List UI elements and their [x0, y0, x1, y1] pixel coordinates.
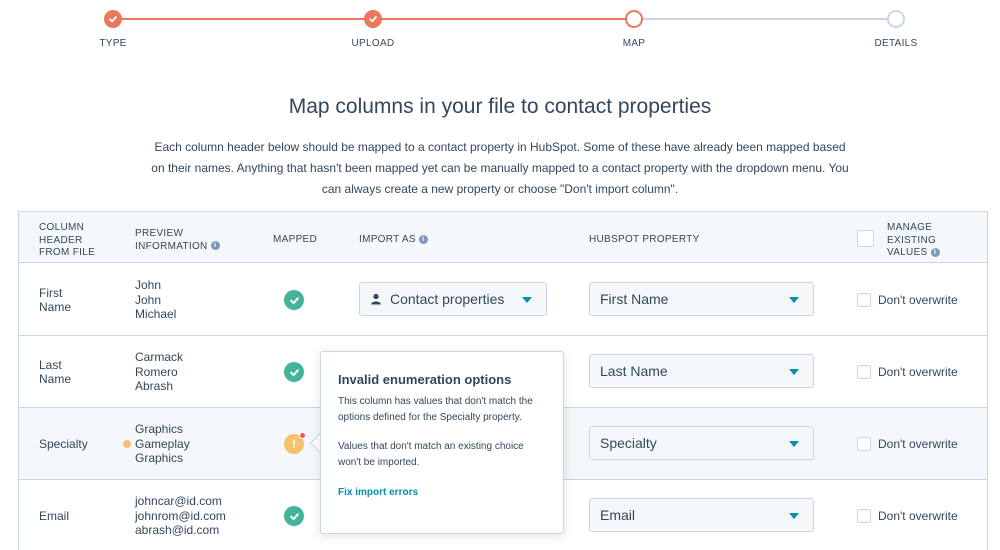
- page-title: Map columns in your file to contact prop…: [288, 95, 712, 118]
- preview-value: Carmack: [135, 350, 184, 364]
- preview-value: Gameplay: [135, 436, 190, 451]
- step-label: UPLOAD: [351, 38, 395, 49]
- manage-all-checkbox[interactable]: [857, 230, 874, 247]
- dont-overwrite-checkbox[interactable]: [857, 437, 871, 451]
- preview-information-heading: PREVIEW INFORMATION i: [135, 228, 220, 253]
- preview-value: johncar@id.com: [135, 494, 222, 508]
- dont-overwrite-checkbox[interactable]: [857, 365, 871, 379]
- preview-value: John: [135, 292, 162, 307]
- dont-overwrite-label: Don't overwrite: [878, 509, 958, 523]
- error-badge-icon: [299, 432, 306, 439]
- import-as-heading: IMPORT AS i: [359, 234, 428, 247]
- heading-line: HEADER: [39, 234, 83, 246]
- heading-line: MANAGE: [887, 222, 933, 233]
- column-header-cell: Last Name: [39, 358, 71, 386]
- preview-value: Graphics: [135, 451, 184, 465]
- cell-line: First: [39, 286, 63, 300]
- caret-down-icon: [789, 441, 799, 447]
- preview-value: Michael: [135, 307, 177, 321]
- preview-cell: Graphics Gameplay Graphics: [135, 422, 190, 466]
- column-header-from-file-heading: COLUMN HEADER FROM FILE: [39, 222, 95, 260]
- mapped-check-icon: [284, 506, 304, 526]
- step-current-circle-icon: [625, 10, 643, 28]
- caret-down-icon: [789, 513, 799, 519]
- info-icon[interactable]: i: [210, 241, 220, 251]
- dont-overwrite-label: Don't overwrite: [878, 293, 958, 307]
- caret-down-icon: [522, 297, 532, 303]
- hubspot-property-dropdown[interactable]: Email: [589, 498, 814, 532]
- preview-cell: Carmack Romero Abrash: [135, 350, 183, 394]
- warning-dot-icon: [123, 440, 131, 448]
- preview-cell: johncar@id.com johnrom@id.com abrash@id.…: [135, 494, 226, 538]
- import-stepper: TYPE UPLOAD MAP DETAILS: [0, 0, 1000, 60]
- mapped-check-icon: [284, 362, 304, 382]
- cell-line: Specialty: [39, 437, 88, 451]
- mapping-warning-icon[interactable]: !: [284, 432, 306, 454]
- table-header: COLUMN HEADER FROM FILE PREVIEW INFORMAT…: [19, 212, 987, 263]
- dropdown-value: First Name: [600, 291, 669, 307]
- column-header-cell: Specialty: [39, 437, 88, 451]
- preview-value: abrash@id.com: [135, 523, 220, 537]
- heading-line: VALUES: [887, 247, 928, 258]
- step-pending-circle-icon: [887, 10, 905, 28]
- heading-line: IMPORT AS: [359, 234, 416, 245]
- fix-import-errors-link[interactable]: Fix import errors: [338, 487, 546, 498]
- step-details[interactable]: DETAILS: [836, 10, 956, 49]
- heading-line: EXISTING: [887, 234, 937, 246]
- dont-overwrite-label: Don't overwrite: [878, 437, 958, 451]
- preview-value: Graphics: [135, 422, 184, 436]
- dropdown-value: Contact properties: [390, 291, 505, 307]
- column-header-cell: Email: [39, 509, 69, 523]
- dropdown-value: Last Name: [600, 363, 668, 379]
- step-complete-check-icon: [104, 10, 122, 28]
- page-description: Each column header below should be mappe…: [151, 140, 849, 196]
- table-row: First Name John John Michael Contact pro…: [19, 264, 987, 336]
- dont-overwrite-checkbox[interactable]: [857, 293, 871, 307]
- hubspot-property-heading: HUBSPOT PROPERTY: [589, 234, 700, 245]
- heading-line: INFORMATION: [135, 240, 208, 252]
- step-upload[interactable]: UPLOAD: [313, 10, 433, 49]
- column-header-cell: First Name: [39, 286, 71, 314]
- hubspot-property-dropdown[interactable]: First Name: [589, 282, 814, 316]
- hubspot-property-dropdown[interactable]: Last Name: [589, 354, 814, 388]
- step-label: MAP: [622, 38, 646, 49]
- mapped-check-icon: [284, 290, 304, 310]
- invalid-enumeration-popover: Invalid enumeration options This column …: [320, 351, 564, 534]
- cell-line: Email: [39, 509, 70, 523]
- caret-down-icon: [789, 297, 799, 303]
- preview-value: Romero: [135, 364, 178, 379]
- hubspot-property-dropdown[interactable]: Specialty: [589, 426, 814, 460]
- step-map[interactable]: MAP: [574, 10, 694, 49]
- step-label: TYPE: [99, 38, 127, 49]
- info-icon[interactable]: i: [418, 234, 428, 244]
- dont-overwrite-label: Don't overwrite: [878, 365, 958, 379]
- manage-existing-values-heading: MANAGE EXISTING VALUES i: [887, 222, 940, 260]
- mapped-heading: MAPPED: [273, 234, 318, 245]
- contact-person-icon: [371, 293, 381, 305]
- dropdown-value: Specialty: [600, 435, 657, 451]
- dropdown-value: Email: [600, 507, 636, 523]
- step-type[interactable]: TYPE: [53, 10, 173, 49]
- info-icon[interactable]: i: [930, 247, 940, 257]
- popover-title: Invalid enumeration options: [338, 372, 512, 387]
- dont-overwrite-checkbox[interactable]: [857, 509, 871, 523]
- popover-text: This column has values that don't match …: [338, 396, 533, 423]
- preview-cell: John John Michael: [135, 278, 176, 322]
- cell-line: Last: [39, 358, 62, 372]
- popover-text: Values that don't match an existing choi…: [338, 441, 524, 468]
- preview-value: Abrash: [135, 379, 174, 393]
- preview-value: John: [135, 278, 162, 292]
- cell-line: Name: [39, 300, 72, 314]
- cell-line: Name: [39, 372, 72, 386]
- import-as-dropdown[interactable]: Contact properties: [359, 282, 547, 316]
- heading-line: COLUMN: [39, 222, 85, 233]
- heading-line: FROM FILE: [39, 247, 96, 258]
- step-complete-check-icon: [364, 10, 382, 28]
- preview-value: johnrom@id.com: [135, 508, 226, 523]
- caret-down-icon: [789, 369, 799, 375]
- heading-line: PREVIEW: [135, 228, 184, 239]
- step-label: DETAILS: [874, 38, 918, 49]
